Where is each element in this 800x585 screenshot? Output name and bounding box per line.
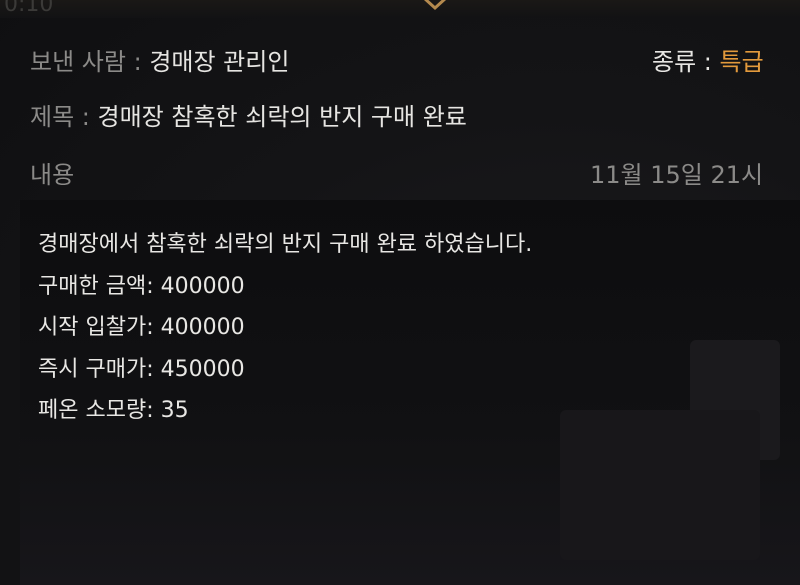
mail-date: 11월 15일 21시: [590, 161, 764, 189]
mail-type-row: 종류 : 특급: [652, 42, 764, 77]
gold-ornament-icon: [423, 0, 447, 11]
background-decoration: [560, 410, 760, 560]
title-value: 경매장 참혹한 쇠락의 반지 구매 완료: [97, 103, 467, 131]
sender-label: 보낸 사람 :: [30, 48, 142, 76]
body-line-start-bid: 시작 입찰가: 400000: [38, 315, 245, 340]
title-label: 제목 :: [30, 103, 90, 131]
sender-row: 보낸 사람 : 경매장 관리인: [30, 42, 289, 77]
body-line-buyout-price: 즉시 구매가: 450000: [38, 356, 245, 382]
body-line-summary: 경매장에서 참혹한 쇠락의 반지 구매 완료 하였습니다.: [38, 232, 533, 257]
type-label: 종류 :: [652, 48, 712, 76]
timer-text: 0:10: [4, 0, 54, 17]
mail-detail-window: 0:10 보낸 사람 : 경매장 관리인 종류 : 특급 제목 : 경매장 참혹…: [0, 0, 800, 585]
sender-value: 경매장 관리인: [149, 48, 290, 76]
type-value: 특급: [719, 48, 764, 76]
body-line-purchase-price: 구매한 금액: 400000: [38, 273, 245, 299]
mail-body-text: 경매장에서 참혹한 쇠락의 반지 구매 완료 하였습니다. 구매한 금액: 40…: [38, 224, 532, 432]
body-line-peon-cost: 페온 소모량: 35: [38, 398, 189, 423]
content-label: 내용: [30, 161, 75, 189]
title-row: 제목 : 경매장 참혹한 쇠락의 반지 구매 완료: [30, 97, 467, 132]
